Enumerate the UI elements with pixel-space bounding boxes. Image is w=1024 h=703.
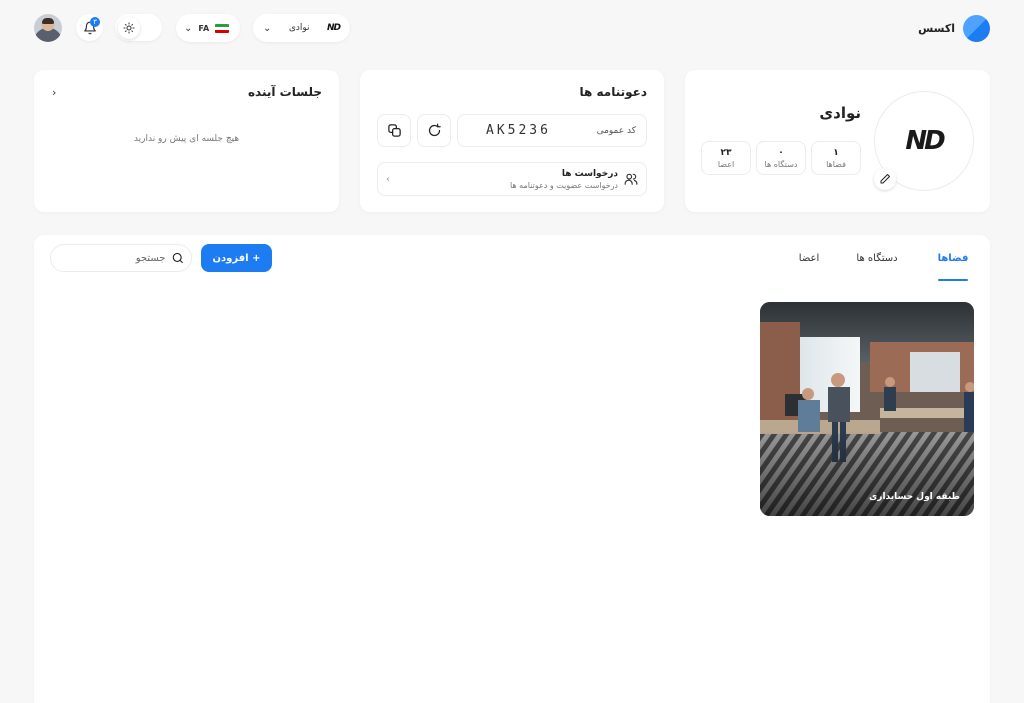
requests-texts: درخواست ها درخواست عضویت و دعوتنامه ها <box>396 169 618 190</box>
language-switcher[interactable]: ⌄ FA <box>176 14 240 42</box>
theme-toggle[interactable] <box>115 14 162 41</box>
add-button[interactable]: افزودن + <box>201 244 272 272</box>
user-avatar[interactable] <box>34 14 62 42</box>
iran-flag-icon <box>215 23 230 33</box>
stat-spaces-label: فضاها <box>826 159 846 169</box>
organization-switcher-label: نوادی <box>288 23 310 33</box>
organization-switcher[interactable]: ⌄ نوادی ND <box>253 14 350 42</box>
chevron-down-icon: ⌄ <box>263 22 272 34</box>
copy-code-button[interactable] <box>377 114 411 147</box>
office-photo <box>760 302 974 516</box>
sun-icon <box>118 16 140 39</box>
chevron-left-icon: ‹ <box>386 173 390 185</box>
requests-title: درخواست ها <box>561 168 618 179</box>
public-code-label: کد عمومی <box>596 125 636 136</box>
requests-link[interactable]: درخواست ها درخواست عضویت و دعوتنامه ها ‹ <box>377 162 647 196</box>
chevron-right-icon[interactable]: › <box>52 86 56 99</box>
organization-name: نوادی <box>819 104 861 122</box>
search-input[interactable] <box>57 252 166 264</box>
organization-logo-text: ND <box>905 126 945 156</box>
chevron-down-icon: ⌄ <box>184 22 193 34</box>
notifications-button[interactable]: ۳ <box>76 14 103 41</box>
stat-devices-label: دستگاه ها <box>764 159 798 169</box>
notification-count-badge: ۳ <box>90 17 100 27</box>
stat-members-value: ۲۳ <box>720 147 732 158</box>
stat-devices-value: ۰ <box>778 147 784 158</box>
brand-name: اکسس <box>918 21 955 35</box>
language-code: FA <box>198 23 210 33</box>
space-card-label: طبقه اول حسابداری <box>869 492 960 502</box>
stat-spaces-value: ۱ <box>833 147 839 158</box>
stat-devices: ۰ دستگاه ها <box>756 141 806 175</box>
public-code-field[interactable]: کد عمومی AK5236 <box>457 114 647 147</box>
organization-mini-logo: ND <box>326 23 341 33</box>
invitations-title: دعوتنامه ها <box>579 85 648 99</box>
tab-members[interactable]: اعضا <box>798 235 820 281</box>
upcoming-sessions-title: جلسات آینده <box>247 85 322 99</box>
main-panel: فضاها دستگاه ها اعضا افزودن + جستجو طبقه… <box>34 235 990 703</box>
upcoming-sessions-card: جلسات آینده › هیچ جلسه ای پیش رو ندارید <box>34 70 339 212</box>
space-card[interactable]: طبقه اول حسابداری <box>760 302 974 516</box>
users-icon <box>624 173 638 185</box>
tab-spaces[interactable]: فضاها <box>938 235 968 281</box>
invitations-card: دعوتنامه ها کد عمومی AK5236 درخواست ها د… <box>360 70 664 212</box>
copy-icon <box>387 124 401 137</box>
stat-members-label: اعضا <box>717 159 735 169</box>
pencil-icon <box>880 174 890 184</box>
refresh-code-button[interactable] <box>417 114 451 147</box>
tab-devices[interactable]: دستگاه ها <box>854 235 900 281</box>
stat-spaces: ۱ فضاها <box>811 141 861 175</box>
tab-bar: فضاها دستگاه ها اعضا <box>798 235 968 281</box>
public-code-value: AK5236 <box>486 123 551 138</box>
organization-card: ND نوادی ۱ فضاها ۰ دستگاه ها ۲۳ اعضا <box>685 70 990 212</box>
search-box[interactable] <box>50 244 192 272</box>
brand-logo <box>963 14 990 42</box>
empty-sessions-message: هیچ جلسه ای پیش رو ندارید <box>133 134 240 144</box>
edit-organization-button[interactable] <box>874 168 896 190</box>
stat-members: ۲۳ اعضا <box>701 141 751 175</box>
search-icon <box>173 252 184 264</box>
requests-subtitle: درخواست عضویت و دعوتنامه ها <box>509 180 618 190</box>
refresh-icon <box>428 123 441 137</box>
brand[interactable]: اکسس <box>918 14 990 42</box>
